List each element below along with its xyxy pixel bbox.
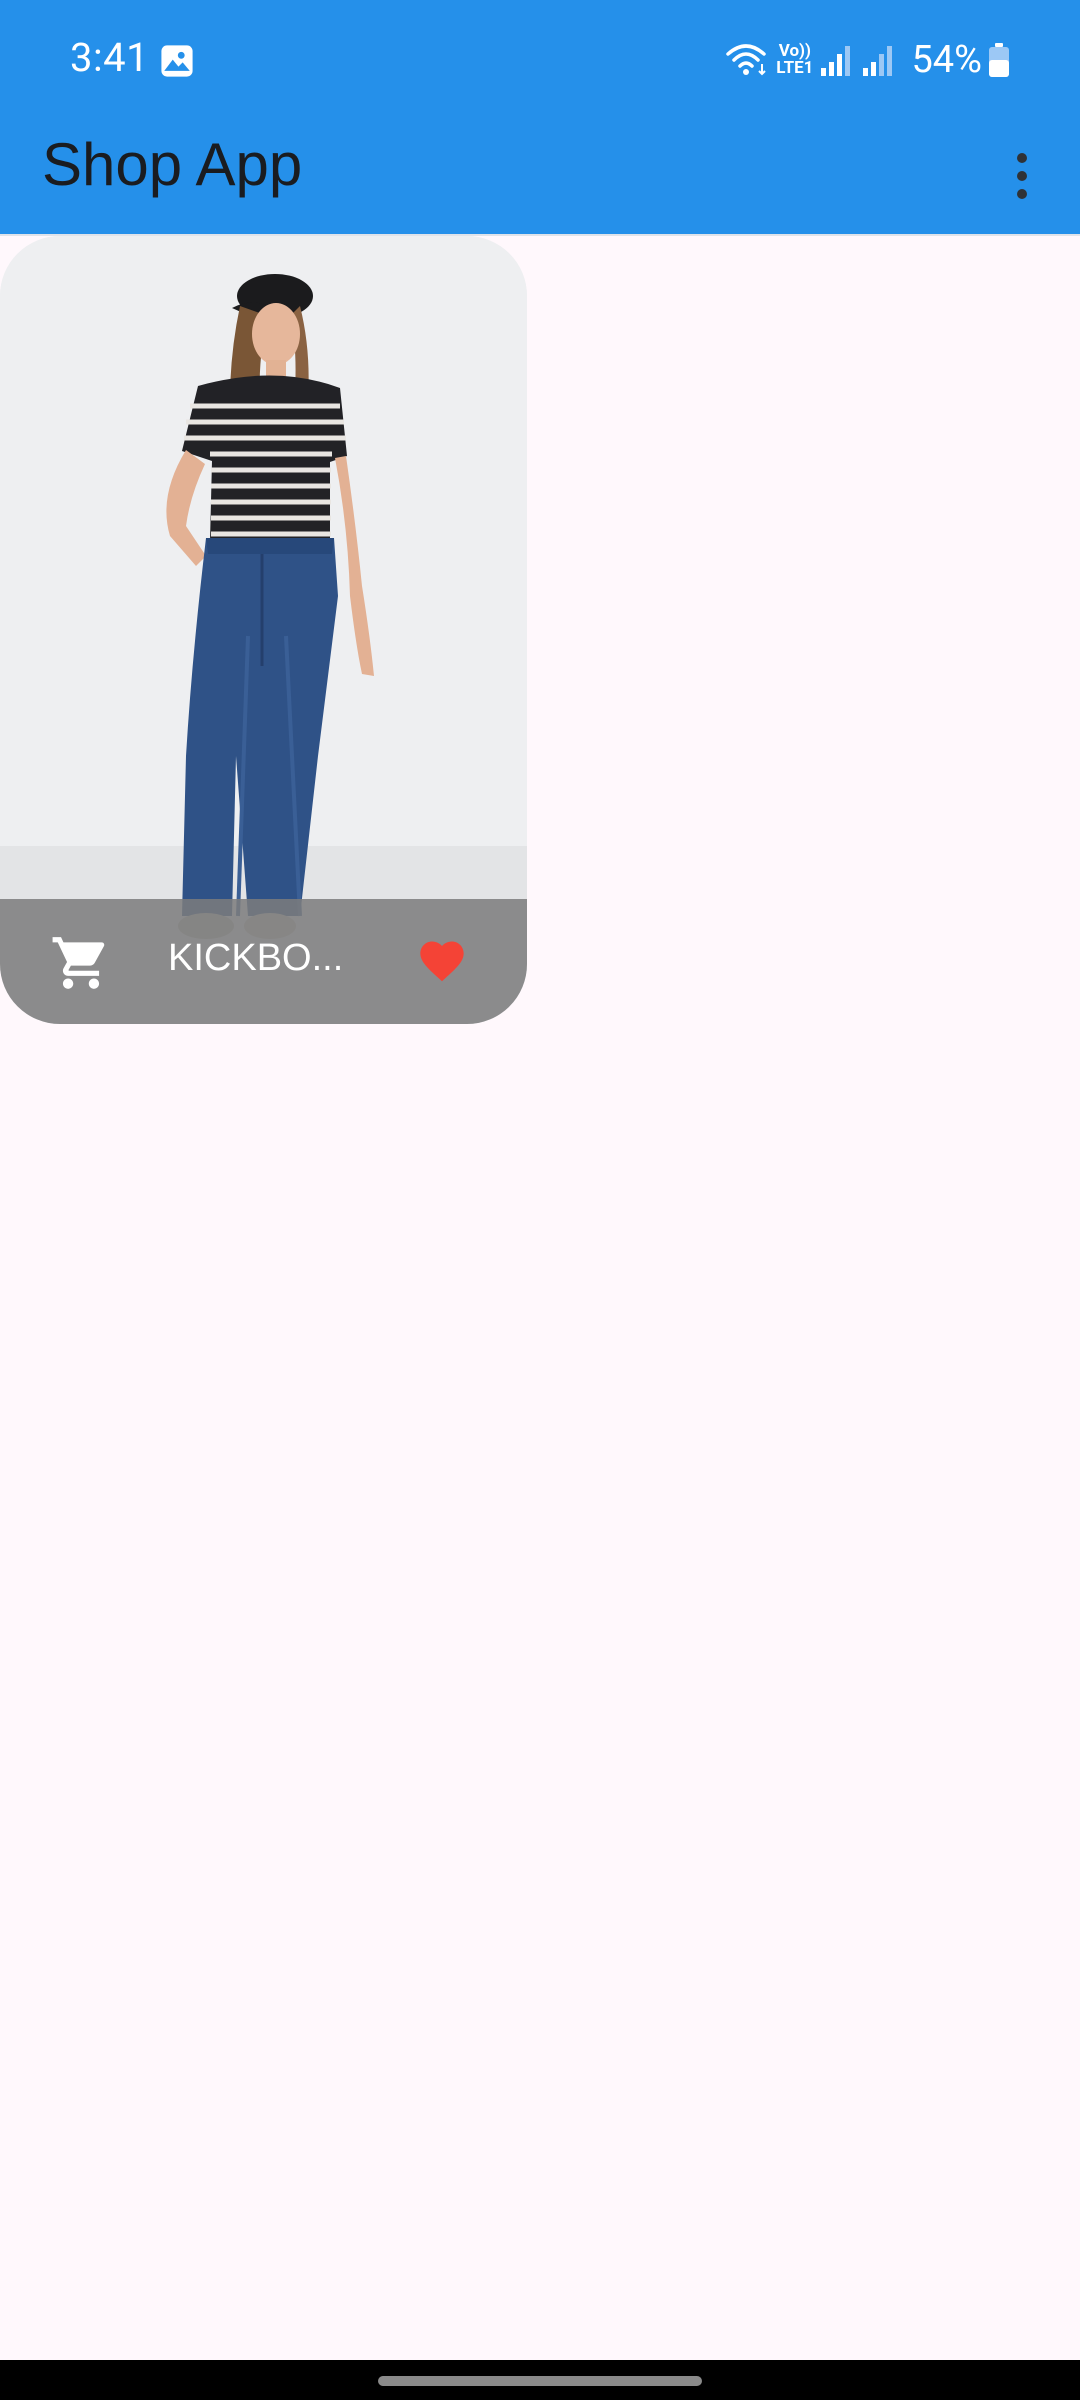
app-bar: Shop App: [0, 120, 1080, 234]
status-bar: 3:41 Vo)) LTE1 54%: [0, 0, 1080, 120]
battery-percentage: 54%: [911, 38, 982, 82]
battery-icon: [989, 43, 1009, 77]
status-icons: Vo)) LTE1 54%: [724, 30, 1010, 90]
home-gesture-handle[interactable]: [378, 2376, 702, 2386]
product-title: KICKBO...: [168, 937, 343, 979]
lte-label: LTE1: [776, 58, 814, 78]
heart-icon[interactable]: [414, 935, 470, 987]
product-card-footer: KICKBO...: [0, 899, 527, 1024]
signal-strength-icon-sim2: [863, 46, 893, 76]
shopping-cart-icon[interactable]: [48, 932, 114, 994]
status-time: 3:41: [70, 34, 150, 81]
system-navigation-bar: [0, 2360, 1080, 2400]
more-vert-icon[interactable]: [1002, 136, 1042, 216]
product-card[interactable]: KICKBO...: [0, 236, 527, 1024]
signal-strength-icon-sim1: [821, 46, 851, 76]
app-title: Shop App: [42, 131, 303, 198]
wifi-icon: [726, 44, 767, 76]
gallery-notification-icon: [161, 45, 193, 77]
volte-indicator: Vo)) LTE1: [776, 43, 813, 77]
